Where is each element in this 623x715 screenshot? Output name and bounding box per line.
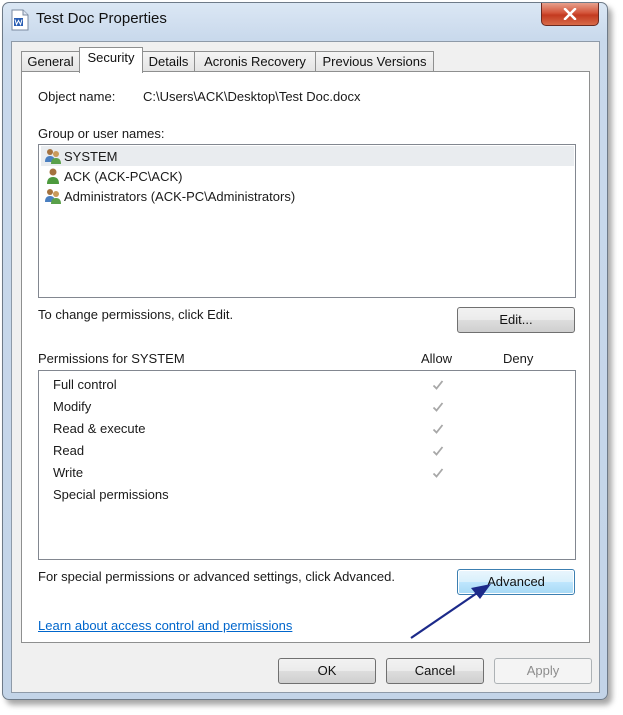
object-name-label: Object name:	[38, 89, 116, 104]
word-document-icon	[11, 9, 29, 31]
object-name-value: C:\Users\ACK\Desktop\Test Doc.docx	[143, 89, 361, 104]
tab-details[interactable]: Details	[142, 51, 195, 72]
tab-acronis-recovery[interactable]: Acronis Recovery	[194, 51, 316, 72]
deny-column-header: Deny	[503, 351, 534, 366]
ok-button[interactable]: OK	[278, 658, 376, 684]
permission-special: Special permissions	[53, 487, 169, 502]
group-or-user-names-label: Group or user names:	[38, 126, 165, 141]
title-bar[interactable]: Test Doc Properties	[3, 3, 607, 37]
user-row-system[interactable]: SYSTEM	[41, 146, 574, 166]
user-list[interactable]: SYSTEM ACK (ACK-PC\ACK) Administrators (…	[38, 144, 576, 298]
allow-check-icon	[432, 402, 444, 412]
advanced-button[interactable]: Advanced	[457, 569, 575, 595]
users-group-icon	[45, 149, 61, 164]
user-name: Administrators (ACK-PC\Administrators)	[64, 188, 296, 204]
allow-check-icon	[432, 446, 444, 456]
allow-column-header: Allow	[421, 351, 453, 366]
permission-read: Read	[53, 443, 85, 458]
permissions-for-label: Permissions for SYSTEM	[38, 351, 185, 366]
close-icon	[563, 8, 577, 20]
permission-write: Write	[53, 465, 84, 480]
users-group-icon	[45, 189, 61, 204]
user-name: ACK (ACK-PC\ACK)	[64, 168, 183, 184]
cancel-button[interactable]: Cancel	[386, 658, 484, 684]
permissions-list[interactable]: Full control Modify Read & execute Read …	[38, 370, 576, 560]
edit-button[interactable]: Edit...	[457, 307, 575, 333]
permission-modify: Modify	[53, 399, 92, 414]
allow-check-icon	[432, 424, 444, 434]
close-button[interactable]	[541, 3, 599, 26]
advanced-settings-hint: For special permissions or advanced sett…	[38, 569, 395, 584]
security-tab-page: Object name: C:\Users\ACK\Desktop\Test D…	[21, 71, 590, 643]
user-icon	[47, 168, 59, 184]
tab-security[interactable]: Security	[79, 47, 143, 73]
user-row-administrators[interactable]: Administrators (ACK-PC\Administrators)	[41, 186, 574, 206]
window-title: Test Doc Properties	[36, 10, 167, 27]
user-row-ack[interactable]: ACK (ACK-PC\ACK)	[41, 166, 574, 186]
permission-full-control: Full control	[53, 377, 117, 392]
properties-window: Test Doc Properties General Security Det…	[2, 2, 608, 700]
tab-general[interactable]: General	[21, 51, 80, 72]
learn-access-control-link[interactable]: Learn about access control and permissio…	[38, 618, 292, 633]
user-name: SYSTEM	[64, 148, 118, 164]
change-permissions-hint: To change permissions, click Edit.	[38, 307, 234, 322]
apply-button[interactable]: Apply	[494, 658, 592, 684]
tab-previous-versions[interactable]: Previous Versions	[315, 51, 434, 72]
allow-check-icon	[432, 468, 444, 478]
dialog-client-area: General Security Details Acronis Recover…	[11, 41, 600, 693]
allow-check-icon	[432, 380, 444, 390]
permission-read-execute: Read & execute	[53, 421, 146, 436]
